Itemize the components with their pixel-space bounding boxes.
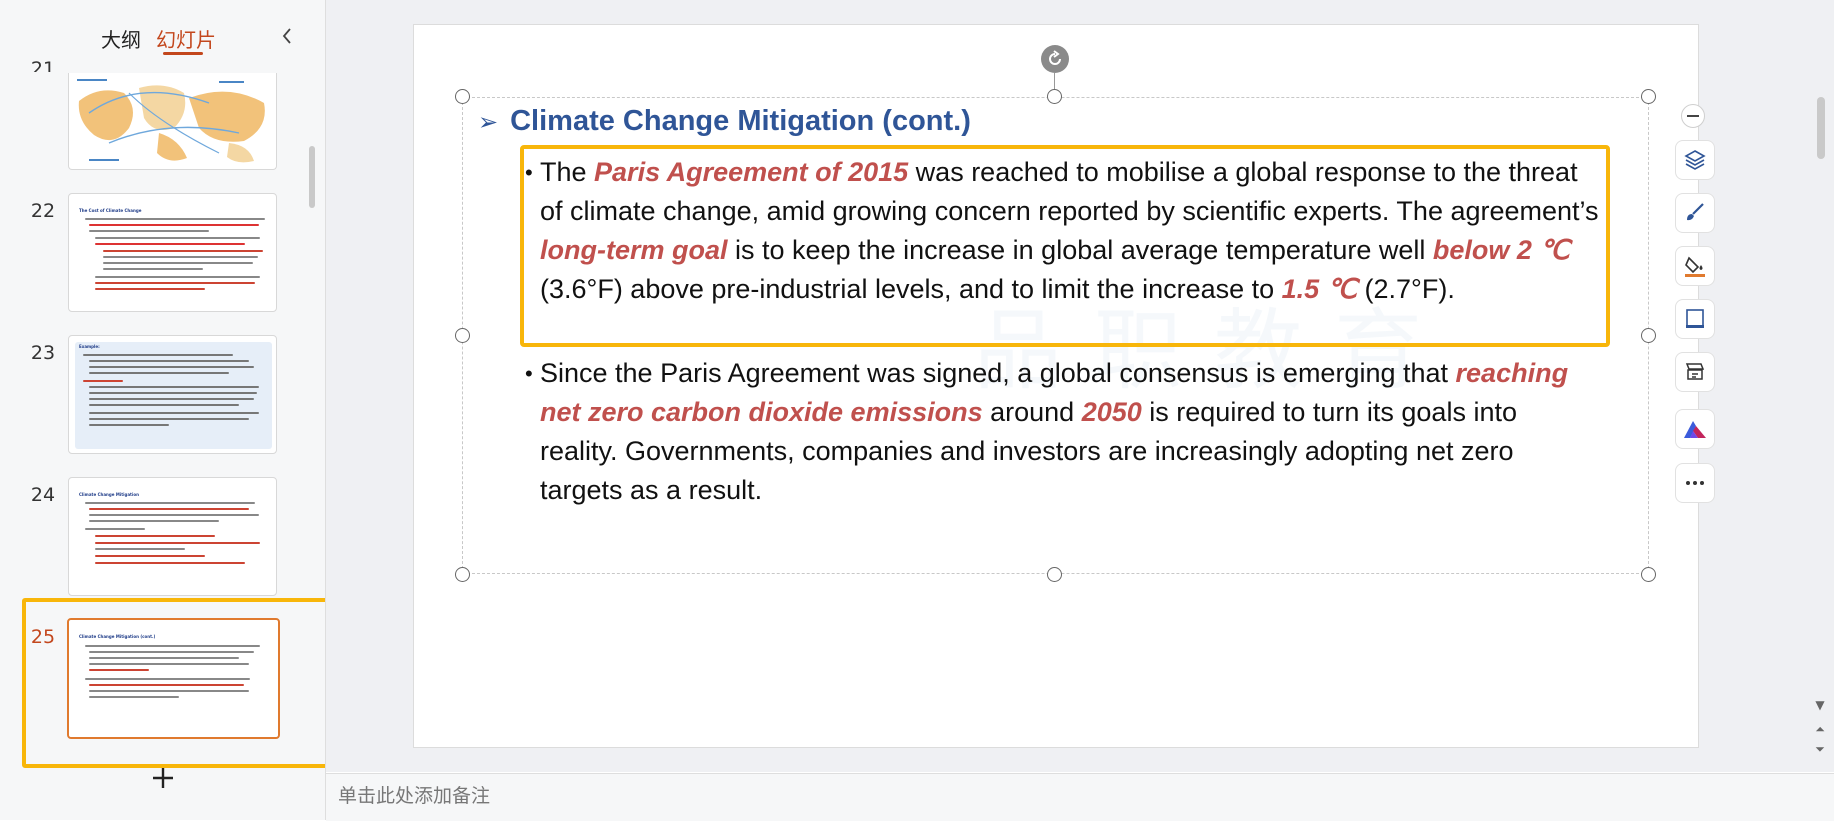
previous-slide-icon[interactable]: ⏶ [1812, 722, 1828, 737]
minus-icon[interactable] [1681, 104, 1705, 128]
fill-icon[interactable] [1675, 246, 1715, 286]
text-run: around [982, 397, 1082, 427]
notes-panel[interactable] [326, 773, 1834, 821]
more-icon[interactable] [1675, 463, 1715, 503]
selection-highlight-box [22, 598, 325, 768]
arrow-bullet-icon: ➢ [478, 107, 499, 136]
thumbnail-title: Climate Change Mitigation [79, 492, 139, 497]
resize-handle-n[interactable] [1047, 89, 1062, 104]
thumbnail-title: The Cost of Climate Change [79, 208, 142, 213]
bullet-net-zero[interactable]: • Since the Paris Agreement was signed, … [525, 354, 1600, 510]
bullet-dot-icon: • [525, 361, 533, 386]
slides-panel: 大纲 幻灯片 21 22 The Cost of Climate Change [0, 0, 326, 820]
text-run: Since the Paris Agreement was signed, a … [540, 358, 1456, 388]
slide-number: 23 [30, 342, 56, 364]
tab-slides[interactable]: 幻灯片 [156, 24, 216, 53]
resize-handle-ne[interactable] [1641, 89, 1656, 104]
slide-number: 24 [30, 484, 56, 506]
layers-icon[interactable] [1675, 140, 1715, 180]
slide-number: 21 [30, 58, 56, 72]
scroll-down-icon[interactable]: ▼ [1812, 698, 1828, 712]
slide-title-text: Climate Change Mitigation (cont.) [510, 105, 971, 137]
active-tab-indicator [163, 52, 203, 55]
resize-handle-e[interactable] [1641, 328, 1656, 343]
slide-thumbnail-22[interactable]: The Cost of Climate Change [68, 193, 277, 312]
ai-logo-icon[interactable] [1675, 409, 1715, 449]
rotate-icon[interactable] [1041, 45, 1069, 73]
resize-handle-nw[interactable] [455, 89, 470, 104]
next-slide-icon[interactable]: ⏷ [1812, 742, 1828, 757]
slide-thumbnail-21[interactable] [68, 73, 277, 170]
resize-handle-se[interactable] [1641, 567, 1656, 582]
frame-icon[interactable] [1675, 299, 1715, 339]
notes-placeholder[interactable]: 单击此处添加备注 [338, 781, 490, 808]
slide-number: 22 [30, 200, 56, 222]
editor-scrollbar[interactable] [1817, 97, 1825, 159]
resize-handle-w[interactable] [455, 328, 470, 343]
focus-highlight-box [520, 145, 1610, 347]
resize-handle-s[interactable] [1047, 567, 1062, 582]
slide-thumbnail-23[interactable]: Example: [68, 335, 277, 454]
slide-edit-icon[interactable] [1675, 352, 1715, 392]
chevron-left-icon[interactable] [276, 24, 298, 48]
brush-icon[interactable] [1675, 193, 1715, 233]
tab-outline[interactable]: 大纲 [101, 24, 141, 53]
slide-title[interactable]: ➢ Climate Change Mitigation (cont.) [478, 105, 971, 138]
thumbnail-scrollbar[interactable] [309, 146, 315, 208]
thumbnail-title: Example: [79, 344, 100, 349]
resize-handle-sw[interactable] [455, 567, 470, 582]
plus-icon[interactable] [150, 765, 176, 791]
slide-thumbnail-24[interactable]: Climate Change Mitigation [68, 477, 277, 596]
world-map-thumbnail [77, 79, 265, 163]
emphasis-2050: 2050 [1081, 397, 1142, 427]
